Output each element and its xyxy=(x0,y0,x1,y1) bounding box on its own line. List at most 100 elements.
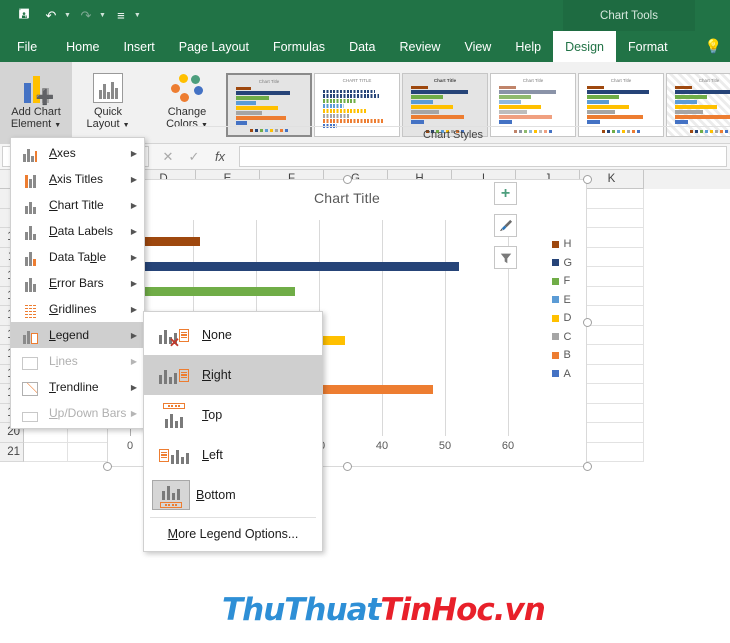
insert-function-icon[interactable]: fx xyxy=(207,146,233,167)
x-axis-tick-0: 0 xyxy=(126,440,134,452)
cell-empty[interactable] xyxy=(580,267,644,287)
lines-icon xyxy=(17,352,43,370)
legend-item-H[interactable]: H xyxy=(552,238,572,250)
chart-styles-button[interactable] xyxy=(494,214,517,237)
change-colors-label-1: Change xyxy=(167,106,207,118)
menu-item-error-bars[interactable]: Error Bars ▶ xyxy=(11,270,144,296)
tab-insert[interactable]: Insert xyxy=(112,31,167,62)
tab-data[interactable]: Data xyxy=(337,31,387,62)
cell-empty[interactable] xyxy=(580,442,644,462)
tab-view[interactable]: View xyxy=(452,31,503,62)
legend-item-G[interactable]: G xyxy=(552,257,572,269)
legend-option-left[interactable]: Left xyxy=(144,435,322,475)
cell-K-value[interactable] xyxy=(580,208,644,228)
legend-item-A[interactable]: A xyxy=(552,368,572,380)
legend-option-top[interactable]: Top xyxy=(144,395,322,435)
legend-swatch-icon xyxy=(552,296,560,303)
save-icon[interactable]: 🖪 xyxy=(12,5,36,27)
quick-layout-icon xyxy=(93,67,123,103)
legend-right-icon xyxy=(152,360,196,390)
tab-review[interactable]: Review xyxy=(387,31,452,62)
tab-file[interactable]: File xyxy=(0,31,54,62)
row-header[interactable]: 21 xyxy=(0,442,24,462)
legend-swatch-icon xyxy=(552,259,560,266)
cell-empty[interactable] xyxy=(580,247,644,267)
more-legend-options[interactable]: More Legend Options... xyxy=(144,520,322,548)
legend-option-right[interactable]: Right xyxy=(144,355,322,395)
legend-option-label: Bottom xyxy=(196,488,236,502)
tab-help[interactable]: Help xyxy=(503,31,553,62)
brush-icon xyxy=(499,219,513,232)
cell-empty[interactable] xyxy=(580,345,644,365)
legend-item-E[interactable]: E xyxy=(552,294,572,306)
add-chart-element-button[interactable]: ➕ Add Chart Element ▼ xyxy=(0,62,72,143)
undo-dropdown-caret[interactable]: ▼ xyxy=(64,12,71,19)
x-axis-tick-40: 40 xyxy=(375,440,389,452)
bar-series-G[interactable] xyxy=(131,261,459,271)
legend-item-B[interactable]: B xyxy=(552,349,572,361)
menu-item-gridlines[interactable]: Gridlines ▶ xyxy=(11,296,144,322)
resize-handle-bl[interactable] xyxy=(103,462,112,471)
customize-qat-icon[interactable]: ≡ xyxy=(109,5,133,27)
formula-input[interactable] xyxy=(239,146,727,167)
cancel-icon[interactable]: ✕ xyxy=(155,146,181,167)
menu-item-label: Legend xyxy=(49,328,90,342)
tab-home[interactable]: Home xyxy=(54,31,111,62)
legend-option-label: Left xyxy=(202,448,223,462)
quick-layout-button[interactable]: Quick Layout ▼ xyxy=(72,62,144,143)
menu-item-axes[interactable]: Axes ▶ xyxy=(11,140,144,166)
cell-empty[interactable] xyxy=(580,286,644,306)
enter-icon[interactable]: ✓ xyxy=(181,146,207,167)
cell-empty[interactable] xyxy=(580,364,644,384)
cell-empty[interactable] xyxy=(580,384,644,404)
cell-empty[interactable] xyxy=(580,403,644,423)
customize-qat-caret[interactable]: ▼ xyxy=(134,12,141,19)
tab-formulas[interactable]: Formulas xyxy=(261,31,337,62)
quick-access-toolbar: 🖪 ↶ ▼ ↷ ▼ ≡ ▼ xyxy=(0,5,141,27)
menu-item-lines: Lines ▶ xyxy=(11,348,144,374)
chart-filters-button[interactable] xyxy=(494,246,517,269)
x-axis-tick-60: 60 xyxy=(501,440,515,452)
resize-handle-br[interactable] xyxy=(583,462,592,471)
legend-option-none[interactable]: ✕ None xyxy=(144,315,322,355)
cell-K[interactable] xyxy=(580,189,644,209)
bar-series-F[interactable] xyxy=(131,286,295,296)
thumb-title: Chart Title xyxy=(610,77,632,83)
resize-handle-bm[interactable] xyxy=(343,462,352,471)
chevron-down-icon: ▼ xyxy=(122,122,130,129)
menu-item-trendline[interactable]: Trendline ▶ xyxy=(11,374,144,400)
lightbulb-icon[interactable]: 💡 xyxy=(705,31,722,62)
legend-swatch-icon xyxy=(552,351,560,359)
legend-item-D[interactable]: D xyxy=(552,312,572,324)
legend-submenu[interactable]: ✕ None Right Top Left Bottom M ore Legen… xyxy=(143,311,323,552)
chart-elements-button[interactable]: + xyxy=(494,182,517,205)
legend-left-icon xyxy=(152,440,196,470)
cell-empty[interactable] xyxy=(580,325,644,345)
menu-item-legend[interactable]: Legend ▶ xyxy=(11,322,144,348)
cell-empty[interactable] xyxy=(24,442,68,462)
menu-item-label: Chart Title xyxy=(49,198,104,212)
tab-page-layout[interactable]: Page Layout xyxy=(167,31,261,62)
menu-item-data-table[interactable]: Data Table ▶ xyxy=(11,244,144,270)
add-chart-element-label-2: Element ▼ xyxy=(10,118,62,130)
menu-item-axis-titles[interactable]: Axis Titles ▶ xyxy=(11,166,144,192)
cell-empty[interactable] xyxy=(580,423,644,443)
legend-item-C[interactable]: C xyxy=(552,331,572,343)
legend-item-F[interactable]: F xyxy=(552,275,572,287)
menu-item-chart-title[interactable]: Chart Title ▶ xyxy=(11,192,144,218)
legend-item-label: E xyxy=(563,293,571,306)
resize-handle-mr[interactable] xyxy=(583,318,592,327)
chart-legend[interactable]: HGFEDCBA xyxy=(552,238,572,380)
menu-item-label: Gridlines xyxy=(49,302,97,316)
menu-item-label: Trendline xyxy=(49,380,99,394)
tab-design[interactable]: Design xyxy=(553,31,616,62)
resize-handle-tr[interactable] xyxy=(583,175,592,184)
menu-item-data-labels[interactable]: Data Labels ▶ xyxy=(11,218,144,244)
cell-empty[interactable] xyxy=(580,228,644,248)
add-chart-element-icon: ➕ xyxy=(23,67,55,105)
undo-icon[interactable]: ↶ xyxy=(39,5,63,27)
resize-handle-tm[interactable] xyxy=(343,175,352,184)
tab-format[interactable]: Format xyxy=(616,31,680,62)
legend-option-bottom[interactable]: Bottom xyxy=(144,475,322,515)
add-chart-element-menu[interactable]: Axes ▶ Axis Titles ▶ Chart Title ▶ Data … xyxy=(10,137,145,429)
